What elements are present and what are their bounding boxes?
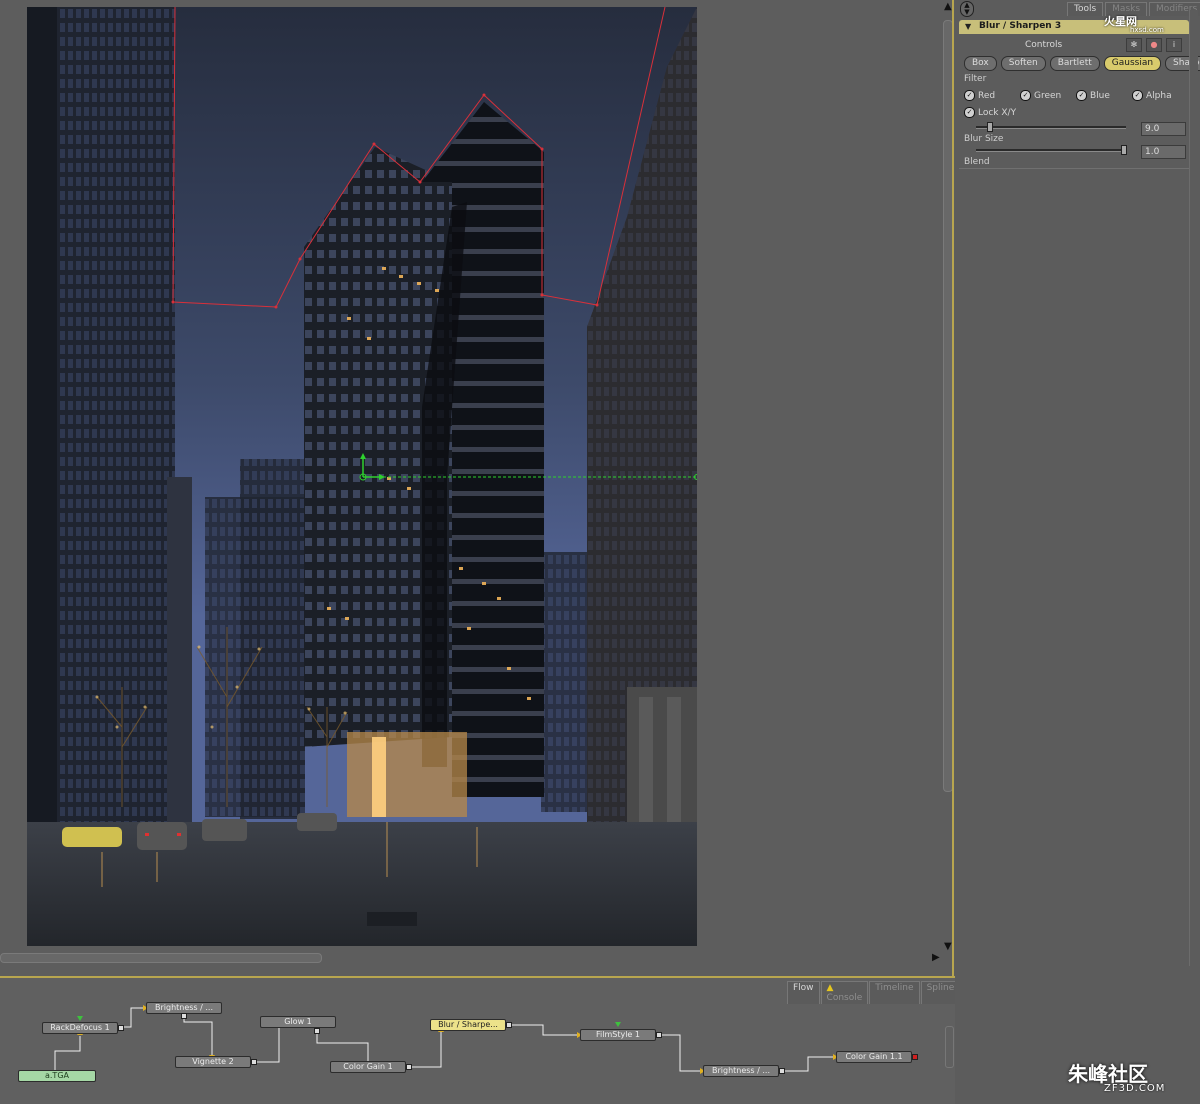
scroll-right-arrow-icon[interactable]: ▶: [932, 953, 940, 963]
filter-gaussian-button[interactable]: Gaussian: [1103, 56, 1162, 71]
blur-size-label: Blur Size: [964, 134, 1004, 144]
reset-icon[interactable]: ●: [1146, 38, 1162, 52]
collapse-triangle-icon[interactable]: ▼: [965, 22, 971, 31]
channel-red-checkbox[interactable]: ✓ Red: [964, 90, 995, 101]
output-port[interactable]: [779, 1068, 785, 1074]
filter-box-button[interactable]: Box: [964, 56, 997, 71]
node-brightness-2[interactable]: Brightness / ...: [703, 1065, 779, 1077]
node-rackdefocus[interactable]: RackDefocus 1: [42, 1022, 118, 1034]
viewer-horizontal-scrollbar[interactable]: [0, 953, 322, 963]
output-port[interactable]: [314, 1028, 320, 1034]
node-color-gain-1[interactable]: Color Gain 1: [330, 1061, 406, 1073]
node-glow[interactable]: Glow 1: [260, 1016, 336, 1028]
panel-scrollbar[interactable]: [1189, 10, 1198, 966]
check-icon: ✓: [964, 90, 975, 101]
controls-label: Controls: [1025, 40, 1063, 50]
panel-divider: [959, 168, 1189, 169]
blur-size-input[interactable]: 9.0: [1141, 122, 1186, 136]
output-port[interactable]: [251, 1059, 257, 1065]
channel-alpha-checkbox[interactable]: ✓ Alpha: [1132, 90, 1172, 101]
output-port[interactable]: [181, 1013, 187, 1019]
flow-scrollbar[interactable]: [945, 1026, 954, 1068]
blend-slider-handle[interactable]: [1121, 145, 1127, 155]
flow-view[interactable]: Flow ▲Console Timeline Spline RackDefocu…: [0, 978, 961, 1104]
watermark-bottom-sub: ZF3D.COM: [1104, 1083, 1166, 1094]
scroll-up-arrow-icon[interactable]: ▲: [944, 2, 952, 12]
channel-blue-checkbox[interactable]: ✓ Blue: [1076, 90, 1110, 101]
filter-bartlett-button[interactable]: Bartlett: [1049, 56, 1100, 71]
node-filmstyle[interactable]: FilmStyle 1: [580, 1029, 656, 1041]
blur-size-slider-handle[interactable]: [987, 122, 993, 132]
flow-connections: [54, 1005, 838, 1074]
blur-size-slider[interactable]: [976, 126, 1126, 129]
channel-green-checkbox[interactable]: ✓ Green: [1020, 90, 1061, 101]
blend-input[interactable]: 1.0: [1141, 145, 1186, 159]
blend-slider[interactable]: [976, 149, 1126, 152]
check-icon: ✓: [964, 107, 975, 118]
tool-title: Blur / Sharpen 3: [979, 21, 1062, 31]
output-port[interactable]: [406, 1064, 412, 1070]
check-icon: ✓: [1132, 90, 1143, 101]
filter-soften-button[interactable]: Soften: [1000, 56, 1046, 71]
watermark-top-sub: hxsd.com: [1130, 26, 1164, 34]
output-port[interactable]: [912, 1054, 918, 1060]
channel-alpha-label: Alpha: [1146, 90, 1172, 101]
tool-controls-panel: ▲ ▼ Tools Masks Modifiers ▼ Blur / Sharpe…: [955, 0, 1200, 978]
channel-red-label: Red: [978, 90, 996, 101]
channel-blue-label: Blue: [1090, 90, 1110, 101]
check-icon: ✓: [1020, 90, 1031, 101]
info-icon[interactable]: i: [1166, 38, 1182, 52]
tab-tools[interactable]: Tools: [1067, 2, 1104, 16]
viewer-right-border: [952, 0, 954, 978]
image-viewer[interactable]: ▲ ▼ ▶: [0, 0, 955, 978]
lock-xy-checkbox[interactable]: ✓ Lock X/Y: [964, 107, 1016, 118]
channel-green-label: Green: [1034, 90, 1062, 101]
blend-label: Blend: [964, 157, 990, 167]
output-port[interactable]: [506, 1022, 512, 1028]
filter-button-row: Box Soften Bartlett Gaussian Sharpen: [964, 56, 1200, 71]
rendered-city-image[interactable]: [27, 7, 697, 946]
node-color-gain-1-1[interactable]: Color Gain 1.1: [836, 1051, 912, 1063]
output-port[interactable]: [656, 1032, 662, 1038]
pin-icon[interactable]: ✻: [1126, 38, 1142, 52]
node-loader-atga[interactable]: a.TGA: [18, 1070, 96, 1082]
output-port[interactable]: [118, 1025, 124, 1031]
check-icon: ✓: [1076, 90, 1087, 101]
lock-xy-label: Lock X/Y: [978, 107, 1017, 118]
filter-label: Filter: [964, 74, 987, 84]
panel-collapse-icon[interactable]: ▲ ▼: [960, 1, 974, 17]
node-blur-sharpen[interactable]: Blur / Sharpe...: [430, 1019, 506, 1031]
scroll-down-arrow-icon[interactable]: ▼: [944, 942, 952, 952]
node-vignette[interactable]: Vignette 2: [175, 1056, 251, 1068]
